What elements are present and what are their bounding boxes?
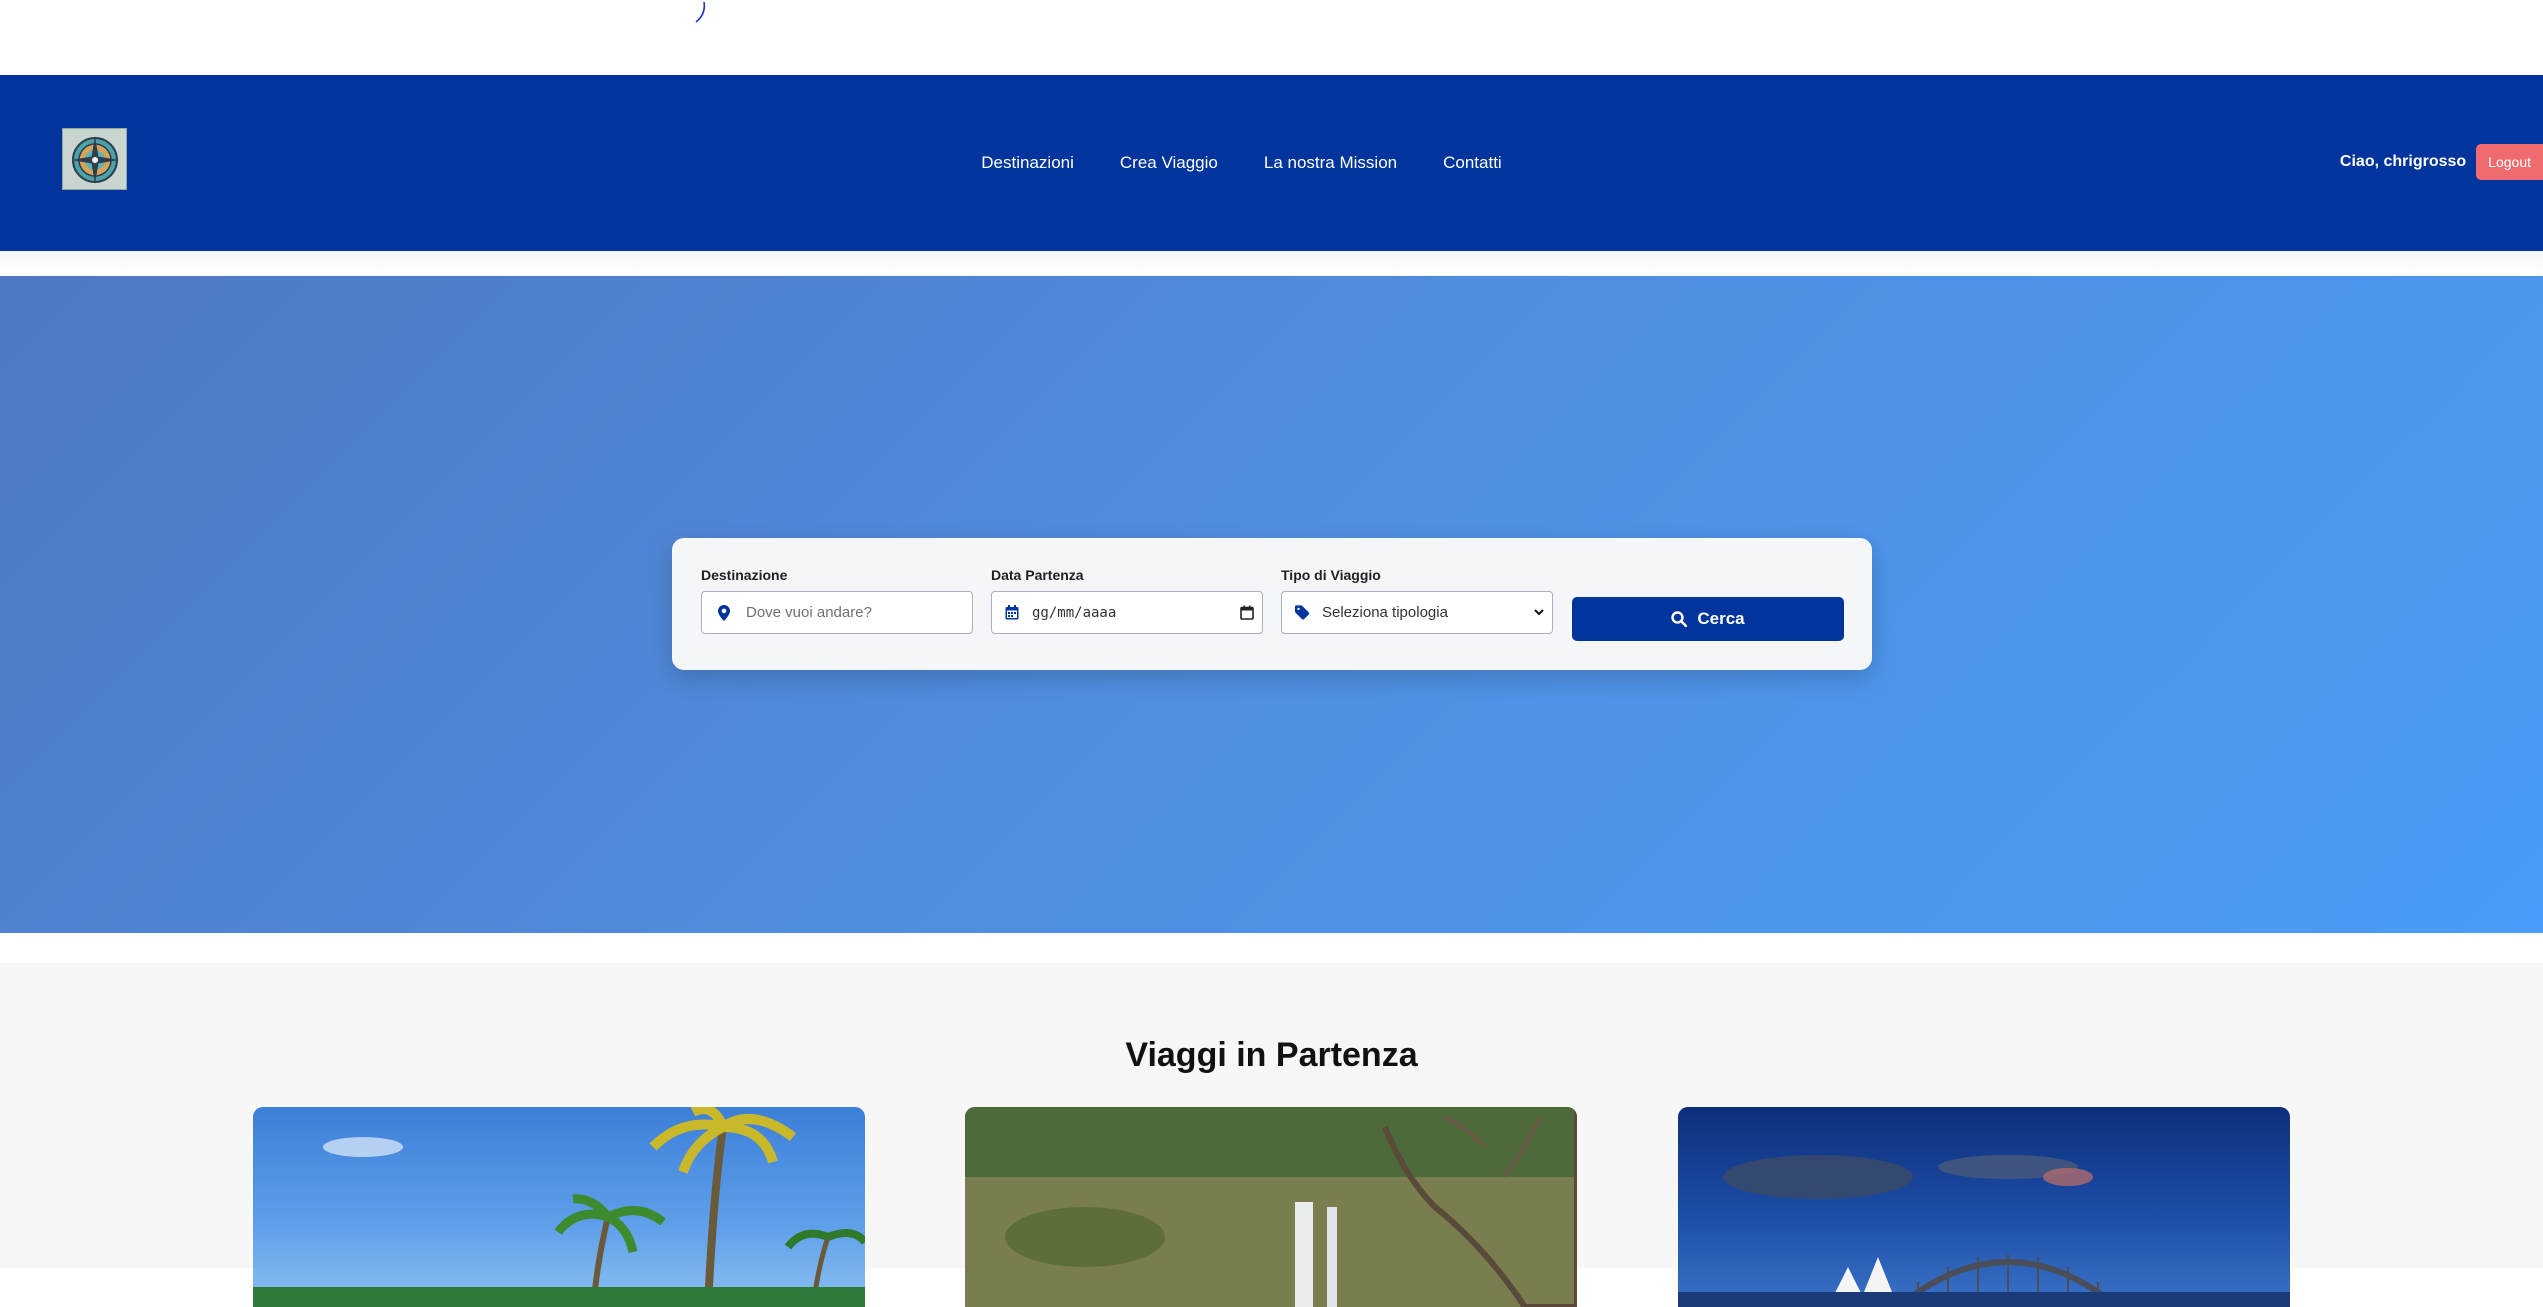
- user-greeting: Ciao, chrigrosso: [2339, 153, 2467, 170]
- tag-icon: [1282, 605, 1322, 620]
- map-marker-icon: [702, 604, 746, 621]
- hero-banner: Destinazione Data Partenza gg/mm/aaaa: [0, 276, 2543, 933]
- search-button-label: Cerca: [1697, 609, 1745, 628]
- beach-image: [253, 1107, 865, 1307]
- destination-label: Destinazione: [701, 567, 788, 583]
- section-spacer: [0, 933, 2543, 963]
- sydney-image: [1678, 1155, 2290, 1307]
- trip-card-waterfall[interactable]: [965, 1107, 1577, 1307]
- type-select[interactable]: Seleziona tipologia: [1281, 591, 1553, 634]
- trip-card-beach[interactable]: [253, 1107, 865, 1307]
- destination-input-box[interactable]: [701, 591, 973, 634]
- date-input-box[interactable]: gg/mm/aaaa: [991, 591, 1263, 634]
- user-area: Ciao, chrigrosso Logout: [2340, 144, 2543, 180]
- search-button[interactable]: Cerca: [1572, 597, 1844, 641]
- search-card: Destinazione Data Partenza gg/mm/aaaa: [672, 538, 1872, 670]
- section-title: Viaggi in Partenza: [1125, 1036, 1418, 1074]
- nav-destinazioni[interactable]: Destinazioni: [981, 153, 1074, 173]
- waterfall-image: [965, 1107, 1577, 1307]
- nav-mission[interactable]: La nostra Mission: [1264, 153, 1397, 173]
- destination-input[interactable]: [746, 592, 972, 633]
- chevron-down-icon[interactable]: [1526, 609, 1552, 616]
- calendar-icon: [992, 605, 1032, 620]
- trip-card-sydney[interactable]: [1678, 1107, 2290, 1307]
- main-navbar: Destinazioni Crea Viaggio La nostra Miss…: [0, 75, 2543, 251]
- pen-stroke-icon: [695, 1, 706, 23]
- nav-separator: [0, 251, 2543, 276]
- search-icon: [1671, 611, 1688, 627]
- destination-field: Destinazione: [701, 567, 973, 634]
- type-select-value[interactable]: Seleziona tipologia: [1322, 604, 1526, 621]
- type-field: Tipo di Viaggio Seleziona tipologia: [1281, 567, 1553, 634]
- type-label: Tipo di Viaggio: [1281, 567, 1381, 583]
- nav-contatti[interactable]: Contatti: [1443, 153, 1502, 173]
- trips-section: Viaggi in Partenza: [0, 933, 2543, 1307]
- calendar-picker-icon[interactable]: [1232, 605, 1262, 620]
- date-field: Data Partenza gg/mm/aaaa: [991, 567, 1263, 634]
- top-strip: [0, 0, 2543, 75]
- date-input[interactable]: gg/mm/aaaa: [1032, 605, 1232, 621]
- logout-button[interactable]: Logout: [2476, 144, 2543, 180]
- date-label: Data Partenza: [991, 567, 1084, 583]
- nav-links: Destinazioni Crea Viaggio La nostra Miss…: [0, 75, 2543, 251]
- nav-crea-viaggio[interactable]: Crea Viaggio: [1120, 153, 1218, 173]
